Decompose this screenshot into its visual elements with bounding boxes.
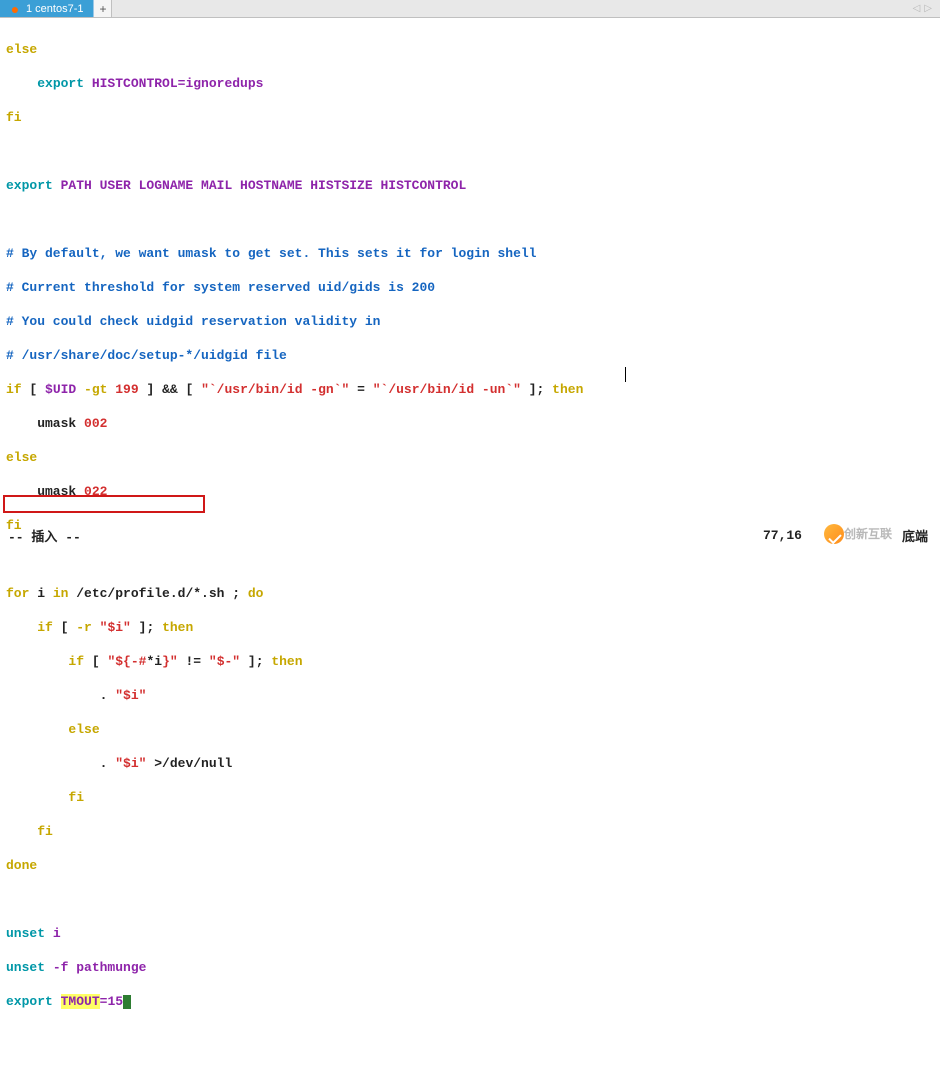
comment: # /usr/share/doc/setup-*/uidgid file bbox=[6, 348, 287, 363]
comment: # You could check uidgid reservation val… bbox=[6, 314, 380, 329]
kw-in: in bbox=[53, 586, 69, 601]
tab-bar: ● 1 centos7-1 + ◁ ▷ bbox=[0, 0, 940, 18]
kw-fi: fi bbox=[6, 110, 22, 125]
kw-for: for bbox=[6, 586, 29, 601]
kw-then: then bbox=[271, 654, 302, 669]
cursor-position: 77,16 bbox=[763, 528, 802, 543]
kw-if: if bbox=[6, 382, 22, 397]
watermark-text: 创新互联 bbox=[844, 525, 892, 542]
status-bar: -- 插入 -- 77,16 底端 创新互联 bbox=[0, 524, 940, 546]
kw-unset: unset bbox=[6, 926, 45, 941]
watermark-logo-icon bbox=[824, 524, 844, 544]
comment: # By default, we want umask to get set. … bbox=[6, 246, 537, 261]
kw-export: export bbox=[37, 76, 84, 91]
tab-modified-icon: ● bbox=[10, 4, 20, 14]
kw-fi: fi bbox=[68, 790, 84, 805]
kw-then: then bbox=[552, 382, 583, 397]
kw-export: export bbox=[6, 178, 53, 193]
insert-cursor-icon bbox=[123, 995, 131, 1009]
tab-nav-left-icon[interactable]: ◁ bbox=[913, 3, 921, 14]
text-caret-icon bbox=[625, 367, 626, 382]
kw-done: done bbox=[6, 858, 37, 873]
kw-if: if bbox=[37, 620, 53, 635]
kw-if: if bbox=[68, 654, 84, 669]
scroll-indicator: 底端 bbox=[902, 526, 928, 545]
tab-label: 1 centos7-1 bbox=[26, 3, 83, 15]
kw-fi: fi bbox=[37, 824, 53, 839]
kw-else: else bbox=[68, 722, 99, 737]
kw-else: else bbox=[6, 42, 37, 57]
highlighted-token: TMOUT bbox=[61, 994, 100, 1009]
comment: # Current threshold for system reserved … bbox=[6, 280, 435, 295]
kw-do: do bbox=[248, 586, 264, 601]
tabbar-filler bbox=[112, 0, 904, 17]
kw-unset: unset bbox=[6, 960, 45, 975]
tab-nav: ◁ ▷ bbox=[905, 0, 940, 17]
kw-export: export bbox=[6, 994, 53, 1009]
tab-active[interactable]: ● 1 centos7-1 bbox=[0, 0, 94, 17]
editor-viewport[interactable]: else export HISTCONTROL=ignoredups fi ex… bbox=[0, 18, 940, 524]
tab-add-button[interactable]: + bbox=[94, 0, 112, 17]
vim-mode-indicator: -- 插入 -- bbox=[8, 526, 81, 545]
kw-then: then bbox=[162, 620, 193, 635]
kw-else: else bbox=[6, 450, 37, 465]
tab-nav-right-icon[interactable]: ▷ bbox=[924, 3, 932, 14]
